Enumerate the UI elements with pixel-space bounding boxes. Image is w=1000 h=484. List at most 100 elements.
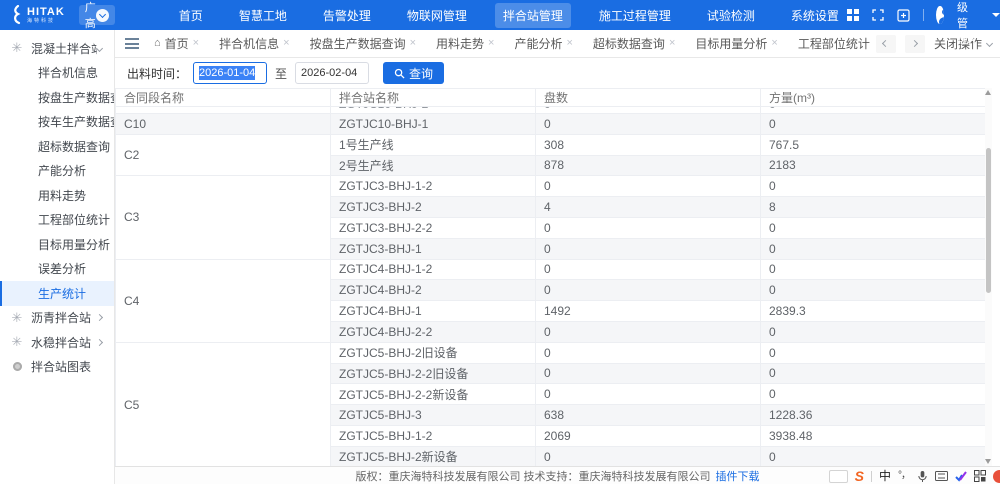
scroll-down-arrow-icon[interactable] [985,459,991,464]
soft-keyboard-icon[interactable] [935,471,948,481]
tab-close-icon[interactable]: × [669,38,675,49]
fullscreen-icon[interactable] [872,9,884,21]
tabs-container: ⌂首页×拌合机信息×按盘生产数据查询×用料走势×产能分析×超标数据查询×目标用量… [147,32,870,55]
gear-icon: ✳ [10,313,24,323]
volume-cell: 0 [761,238,986,259]
sidebar-group[interactable]: ✳混凝土拌合站 [0,36,114,61]
scroll-up-arrow-icon[interactable] [985,90,991,95]
tab-close-icon[interactable]: × [488,38,494,49]
sogou-input-icon[interactable]: S [855,469,864,483]
punctuation-mode-icon[interactable]: °， [898,471,910,481]
station-cell: ZGTJC3-BHJ-2-2 [331,217,536,238]
sidebar-item[interactable]: 按车生产数据查询 [0,110,114,135]
sidebar-item[interactable]: 误差分析 [0,257,114,282]
tab-close-icon[interactable]: × [283,38,289,49]
tab-close-icon[interactable]: × [771,38,777,49]
pan-count-cell: 0 [536,363,761,384]
sidebar-item[interactable]: 生产统计 [0,281,114,306]
sidebar-item[interactable]: 超标数据查询 [0,134,114,159]
clipped-cell-content: ZGTJC10-BHJ-2 [339,107,535,113]
volume-cell: 0 [761,176,986,197]
tab-label: 首页 [165,35,189,52]
pan-count-cell: 0 [536,176,761,197]
sidebar-group[interactable]: ✳ 沥青拌合站 [0,306,114,331]
tab[interactable]: 按盘生产数据查询× [303,32,423,55]
station-cell: ZGTJC3-BHJ-1-2 [331,176,536,197]
sidebar-group-label: 沥青拌合站 [31,309,97,326]
tab[interactable]: 拌合机信息× [212,32,296,55]
sidebar: ✳混凝土拌合站拌合机信息按盘生产数据查询按车生产数据查询超标数据查询产能分析用料… [0,30,115,484]
search-button[interactable]: 查询 [383,62,444,84]
top-header: HITAK 海特科技 镇广高速 首页智慧工地告警处理物联网管理拌合站管理施工过程… [0,0,1000,30]
tab-close-icon[interactable]: × [566,38,572,49]
brand-logo-icon [10,5,23,25]
apps-grid-icon[interactable] [847,9,859,21]
scrollbar-thumb[interactable] [986,148,991,293]
tab-list-icon[interactable] [125,38,139,49]
clipped-table-row: ZGTJC10-BHJ-200 [116,107,986,114]
column-header: 方量(m³) [761,89,986,107]
top-nav-item[interactable]: 拌合站管理 [495,3,571,28]
tab-close-icon[interactable]: × [193,38,199,49]
top-nav-item[interactable]: 首页 [171,3,211,28]
sidebar-group[interactable]: ✳水稳拌合站 [0,330,114,355]
clipped-tray-icon[interactable] [993,470,1000,483]
tab[interactable]: 目标用量分析× [688,32,784,55]
sidebar-group[interactable]: 拌合站图表 [0,355,114,380]
user-menu-caret-icon[interactable] [992,13,1000,17]
pan-count-cell: 4 [536,197,761,218]
start-date-value: 2026-01-04 [199,66,255,80]
table-scrollbar[interactable] [985,88,992,466]
start-date-input[interactable]: 2026-01-04 [193,62,267,84]
tab-label: 产能分析 [514,35,562,52]
sidebar-item[interactable]: 工程部位统计 [0,208,114,233]
volume-cell: 0 [761,321,986,342]
tab[interactable]: 产能分析 × [507,32,579,55]
top-nav-item[interactable]: 试验检测 [699,3,763,28]
volume-cell: 0 [761,114,986,135]
colorful-check-icon[interactable] [955,471,967,482]
volume-cell: 3938.48 [761,425,986,446]
sidebar-item-label: 按车生产数据查询 [38,113,114,130]
pan-count-cell: 0 [536,446,761,466]
chinese-mode-indicator[interactable]: 中 [879,470,891,482]
project-switch-icon[interactable] [96,9,109,22]
top-nav-item[interactable]: 系统设置 [783,3,847,28]
station-cell: ZGTJC5-BHJ-2新设备 [331,446,536,466]
station-cell: ZGTJC3-BHJ-1 [331,238,536,259]
top-nav-item[interactable]: 告警处理 [315,3,379,28]
avatar[interactable] [936,6,944,24]
gear-icon: ✳ [10,43,24,53]
tab[interactable]: 用料走势× [429,32,501,55]
contract-section-cell [116,107,331,114]
plugin-download-link[interactable]: 插件下载 [716,468,760,484]
top-nav-item[interactable]: 物联网管理 [399,3,475,28]
tray-divider [871,471,872,482]
sidebar-item-label: 工程部位统计 [38,211,114,228]
sidebar-item[interactable]: 产能分析 [0,159,114,184]
pan-count-cell: 638 [536,405,761,426]
brand-logo: HITAK 海特科技 [10,5,65,25]
sidebar-item[interactable]: 按盘生产数据查询 [0,85,114,110]
sidebar-item[interactable]: 用料走势 [0,183,114,208]
top-nav-item[interactable]: 智慧工地 [231,3,295,28]
tab[interactable]: 超标数据查询× [586,32,682,55]
tab-close-icon[interactable]: × [410,38,416,49]
tab[interactable]: ⌂首页× [147,32,206,55]
top-nav-item[interactable]: 施工过程管理 [591,3,679,28]
project-selector[interactable]: 镇广高速 [79,5,115,25]
sidebar-item[interactable]: 目标用量分析 [0,232,114,257]
user-name[interactable]: 超级管理A [957,0,979,47]
qr-code-icon[interactable] [974,470,986,482]
add-box-icon[interactable] [897,9,910,22]
microphone-icon[interactable] [917,470,928,483]
pan-count-cell: 0 [536,107,761,114]
pan-count-cell: 0 [536,342,761,363]
sidebar-item[interactable]: 拌合机信息 [0,61,114,86]
volume-cell: 0 [761,259,986,280]
ime-tray: S 中 °， [829,467,1000,484]
pan-count-cell: 0 [536,217,761,238]
clipped-cell-content: 0 [544,107,760,113]
end-date-input[interactable]: 2026-02-04 [295,62,369,84]
volume-cell: 1228.36 [761,405,986,426]
